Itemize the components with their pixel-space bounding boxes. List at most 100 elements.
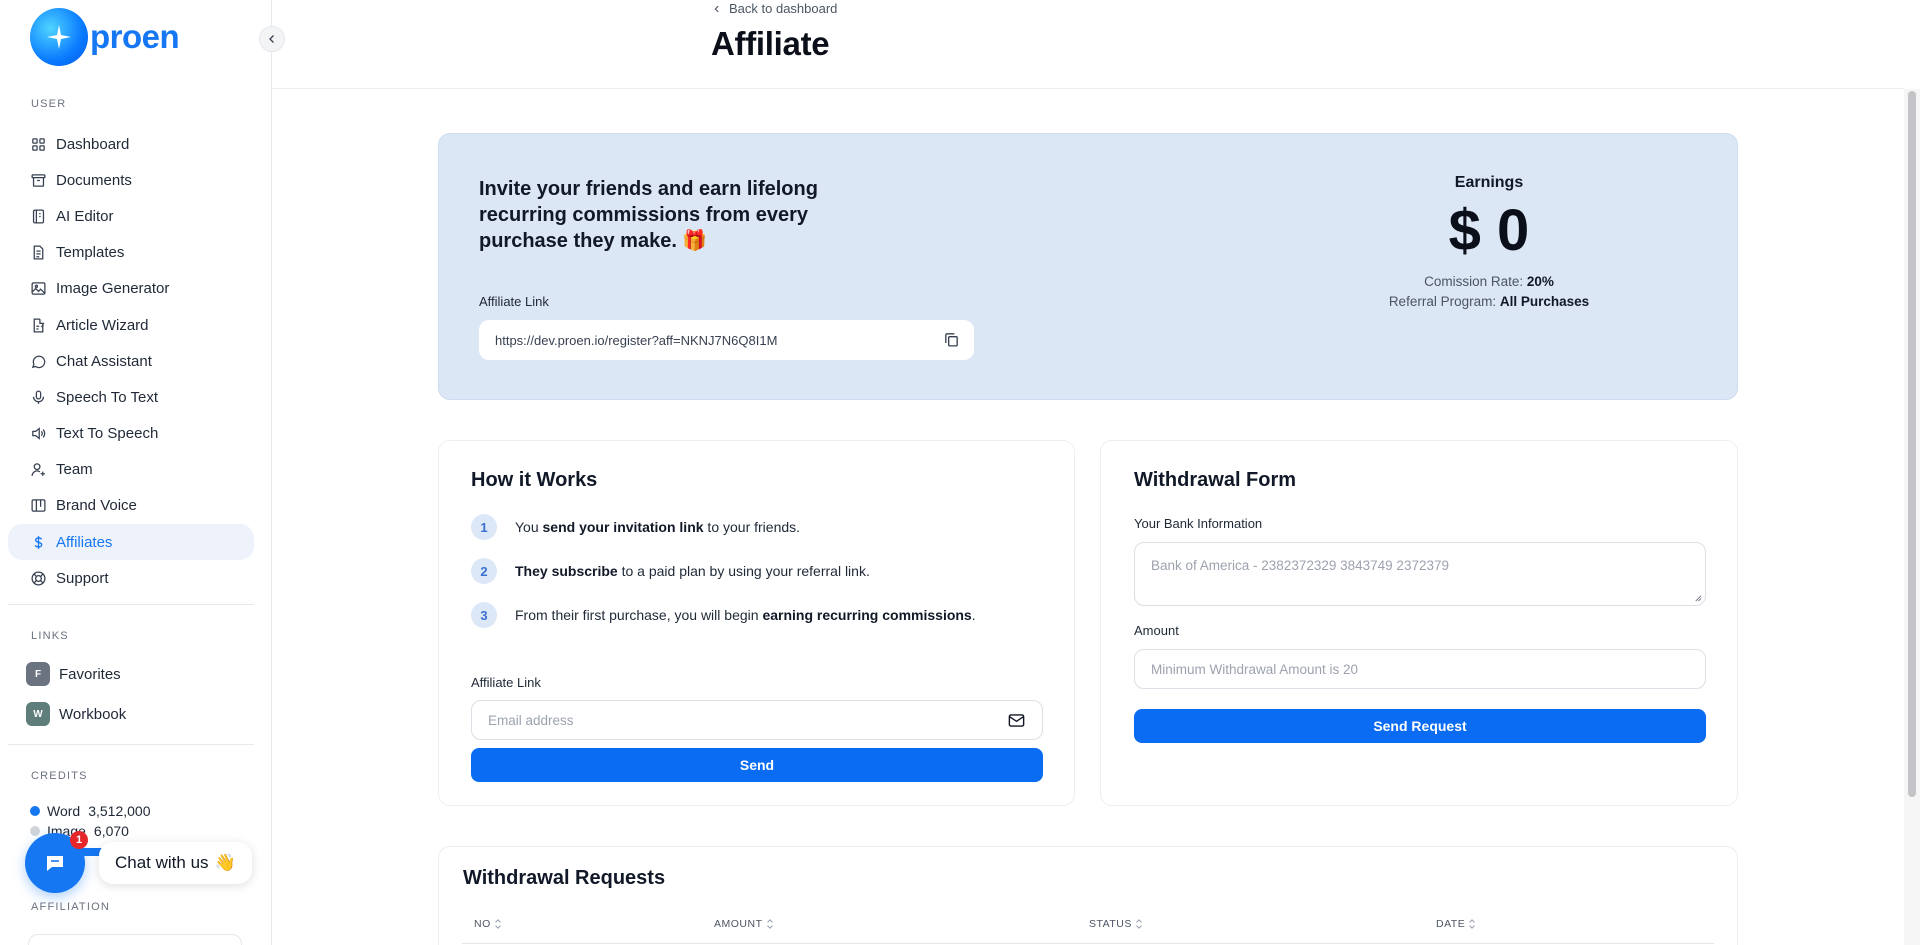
earnings-label: Earnings [1454,174,1524,191]
column-header-date[interactable]: DATE [1436,918,1476,930]
sidebar-item-label: Brand Voice [56,497,137,515]
chevron-left-icon [714,5,719,12]
sidebar-item-speech-to-text[interactable]: Speech To Text [8,379,254,415]
link-label: Favorites [59,665,121,683]
affiliate-link-field[interactable]: https://dev.proen.io/register?aff=NKNJ7N… [479,320,974,360]
commission-rate: Comission Rate: 20% [1319,272,1659,292]
sidebar-item-text-to-speech[interactable]: Text To Speech [8,416,254,452]
earnings-panel: Earnings $ 0 Comission Rate: 20% Referra… [1319,174,1659,312]
sidebar-item-chat-assistant[interactable]: Chat Assistant [8,343,254,379]
sidebar-item-support[interactable]: Support [8,560,254,596]
section-label-credits: CREDITS [31,770,88,782]
send-request-button[interactable]: Send Request [1134,709,1706,743]
sidebar-item-dashboard[interactable]: Dashboard [8,126,254,162]
sidebar-item-team[interactable]: Team [8,452,254,488]
amount-input[interactable]: Minimum Withdrawal Amount is 20 [1134,649,1706,689]
commission-rate-value: 20% [1526,274,1554,289]
back-to-dashboard-link[interactable]: Back to dashboard [712,1,837,16]
commission-rate-label: Comission Rate: [1424,274,1524,289]
dollar-icon [34,535,43,549]
referral-program-label: Referral Program: [1388,294,1497,309]
sidebar-item-label: AI Editor [56,207,114,225]
sidebar-item-label: Documents [56,171,132,189]
sidebar-item-brand-voice[interactable]: Brand Voice [8,488,254,524]
sidebar-item-label: Affiliates [56,533,113,551]
page-title: Affiliate [711,25,830,62]
bank-info-placeholder: Bank of America - 2382372329 3843749 237… [1151,558,1449,573]
layout-board-icon [31,499,46,513]
send-invite-button[interactable]: Send [471,748,1043,782]
affiliate-link-value: https://dev.proen.io/register?aff=NKNJ7N… [495,332,778,348]
app-root: proen USER Dashboard Documents AI Editor… [0,0,1920,945]
sidebar-divider [8,604,254,605]
withdrawal-form-card: Withdrawal Form Your Bank Information Ba… [1100,440,1738,806]
affiliate-banner: Invite your friends and earn lifelong re… [438,133,1738,400]
chevron-left-icon [269,35,274,43]
message-circle-icon [31,355,46,368]
copy-button[interactable] [943,331,960,351]
credit-word-label: Word [47,803,81,819]
amount-label: Amount [1134,623,1179,638]
column-header-amount[interactable]: AMOUNT [714,918,774,930]
sidebar: proen USER Dashboard Documents AI Editor… [0,0,272,945]
sidebar-item-templates[interactable]: Templates [8,235,254,271]
credit-word-value: 3,512,000 [88,803,151,819]
credit-word: Word 3,512,000 [30,803,151,819]
link-workbook[interactable]: W Workbook [26,702,126,726]
sidebar-item-label: Templates [56,244,125,262]
amount-placeholder: Minimum Withdrawal Amount is 20 [1151,661,1359,677]
sidebar-collapse-button[interactable] [259,26,285,52]
withdrawal-form-title: Withdrawal Form [1134,469,1297,491]
lifebuoy-icon [31,571,46,586]
sidebar-item-image-generator[interactable]: Image Generator [8,271,254,307]
archive-icon [31,173,46,187]
sidebar-item-documents[interactable]: Documents [8,162,254,198]
user-plus-icon [31,463,45,477]
referral-program: Referral Program: All Purchases [1319,292,1659,312]
back-link-label: Back to dashboard [729,1,838,16]
sidebar-item-label: Team [56,461,93,479]
step-item: 3 From their first purchase, you will be… [471,602,976,628]
step-number: 3 [471,602,497,628]
brand-name: proen [90,18,180,55]
step-text: You send your invitation link to your fr… [515,519,801,535]
link-favorites[interactable]: F Favorites [26,662,121,686]
sort-icon [1469,919,1476,929]
notebook-icon [32,209,45,224]
chat-icon [47,856,63,871]
chat-bubble-label: Chat with us [115,853,209,872]
workbook-badge-icon: W [26,702,50,726]
invite-link-label: Affiliate Link [471,675,541,690]
bank-info-label: Your Bank Information [1134,516,1263,531]
column-header-no[interactable]: NO [474,918,502,930]
volume-icon [32,427,46,440]
column-header-status[interactable]: STATUS [1089,918,1143,930]
step-text: They subscribe to a paid plan by using y… [515,563,870,579]
bank-info-textarea[interactable]: Bank of America - 2382372329 3843749 237… [1134,542,1706,606]
affiliate-link-label: Affiliate Link [479,294,549,309]
invite-email-input[interactable]: Email address [471,700,1043,740]
chat-unread-badge: 1 [70,831,88,849]
scrollbar-thumb[interactable] [1908,91,1916,797]
sidebar-item-ai-editor[interactable]: AI Editor [8,198,254,234]
sidebar-divider [8,744,254,745]
sidebar-item-affiliates[interactable]: Affiliates [8,524,254,561]
sidebar-item-label: Chat Assistant [56,352,152,370]
sidebar-nav: Dashboard Documents AI Editor Templates … [8,126,254,596]
step-item: 2 They subscribe to a paid plan by using… [471,558,870,584]
chat-with-us-bubble[interactable]: Chat with us 👋 [99,842,252,884]
section-label-links: LINKS [31,630,69,642]
file-edit-icon [33,318,45,333]
brand-logo[interactable]: proen [30,8,180,66]
sidebar-item-label: Dashboard [56,135,130,153]
sidebar-item-article-wizard[interactable]: Article Wizard [8,307,254,343]
wave-emoji-icon: 👋 [214,853,236,872]
favorites-badge-icon: F [26,662,50,686]
sidebar-item-label: Support [56,569,109,587]
resize-grip-icon[interactable] [1693,593,1702,602]
section-label-user: USER [31,98,67,110]
link-label: Workbook [59,705,127,723]
affiliation-card [28,934,242,945]
page-scrollbar[interactable] [1904,89,1920,945]
microphone-icon [32,390,45,404]
